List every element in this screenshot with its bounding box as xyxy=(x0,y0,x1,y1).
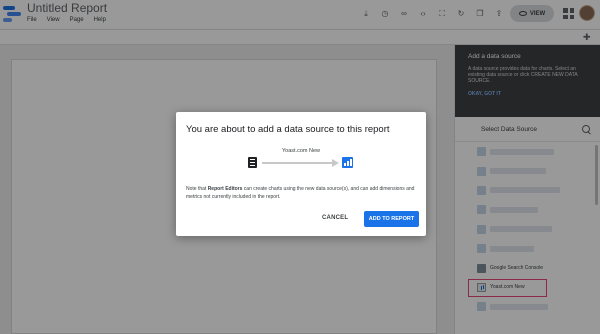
data-source-icon xyxy=(248,157,257,168)
data-source-name: Yoast.com New xyxy=(281,148,320,154)
body-bold: Report Editors xyxy=(207,186,243,192)
data-flow-graphic xyxy=(248,157,356,169)
body-prefix: Note that xyxy=(186,186,208,192)
dialog-body: Note that Report Editors can create char… xyxy=(186,186,418,201)
arrow-icon xyxy=(262,162,334,164)
report-chart-icon xyxy=(342,157,353,168)
dialog-title: You are about to add a data source to th… xyxy=(186,124,390,135)
add-to-report-button[interactable]: ADD TO REPORT xyxy=(364,211,419,227)
arrow-head-icon xyxy=(332,159,339,167)
add-data-source-dialog: You are about to add a data source to th… xyxy=(176,112,426,236)
cancel-button[interactable]: CANCEL xyxy=(322,215,348,221)
